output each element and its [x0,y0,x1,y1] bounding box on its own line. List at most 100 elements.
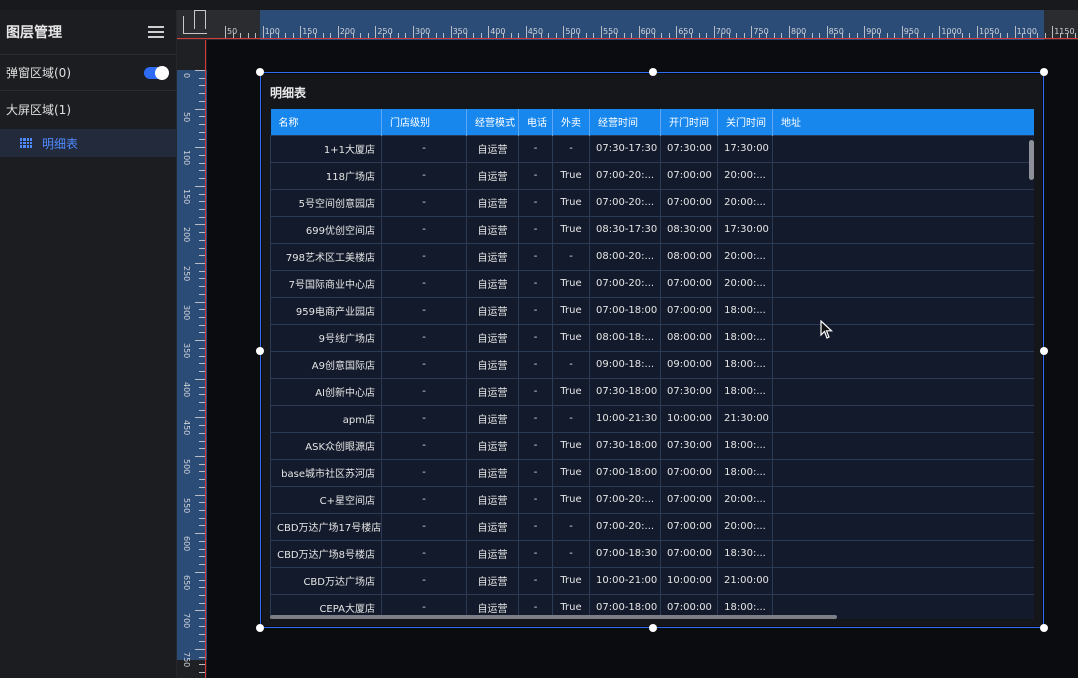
ruler-label: 250 [377,27,393,36]
ruler-tick [195,224,205,226]
ruler-tick [195,70,205,71]
screen-area-label: 大屏区域(1) [6,102,71,117]
ruler-tick [195,378,205,380]
popup-area-toggle[interactable] [144,65,169,80]
ruler-tick [713,26,715,38]
screen-area-row[interactable]: 大屏区域(1) [0,91,176,127]
ruler-label: 650 [182,574,191,591]
ruler-tick [195,494,205,496]
popup-area-row[interactable]: 弹窗区域(0) [0,55,176,91]
layer-item-label: 明细表 [42,136,79,151]
ruler-label: 900 [866,27,882,36]
resize-handle-top[interactable] [649,68,657,76]
ruler-label: 400 [182,381,191,398]
ruler-label: 600 [640,27,656,36]
ruler-tick [195,340,205,342]
ruler-label: 1150 [1054,27,1075,36]
resize-handle-top-right[interactable] [1040,68,1048,76]
ruler-tick [195,610,205,612]
ruler-label: 50 [227,27,238,36]
ruler-label: 700 [182,613,191,629]
ruler-tick [300,26,302,38]
ruler-label: 450 [527,27,544,36]
ruler-tick [525,26,527,38]
layer-item-detail-table[interactable]: 明细表 [0,129,176,157]
resize-handle-bottom-right[interactable] [1040,624,1048,632]
vertical-ruler[interactable]: 0 50 100 150 200 250 300 350 400 450 500 550 600 650 7… [177,40,207,678]
resize-handle-right[interactable] [1040,347,1048,355]
ruler-tick [1052,26,1054,38]
ruler-tick [638,26,640,38]
ruler-tick [826,26,828,38]
ruler-tick [450,26,452,38]
ruler-label: 350 [452,27,468,36]
ruler-label: 600 [182,536,191,552]
resize-handle-top-left[interactable] [256,68,264,76]
ruler-label: 150 [302,27,318,36]
ruler-tick [225,26,226,38]
selection-frame[interactable] [256,68,1048,632]
ruler-tick [939,26,941,38]
ruler-label: 450 [182,420,191,436]
ruler-label: 300 [415,27,431,36]
resize-handle-bottom-left[interactable] [256,624,264,632]
ruler-label: 0 [182,73,191,79]
ruler-tick [901,26,903,38]
horizontal-ruler[interactable]: 50 100 150 200 250 300 350 400 450 500 550 600 650 70… [177,10,1078,40]
ruler-label: 500 [182,459,191,475]
layer-panel: 图层管理 弹窗区域(0) 大屏区域(1) 明细表 [0,10,177,678]
ruler-label: 300 [182,304,191,320]
ruler-label: 400 [490,27,506,36]
top-strip [0,0,1078,10]
ruler-label: 850 [828,27,844,36]
ruler-tick [601,26,602,38]
ruler-label: 150 [182,188,191,205]
ruler-label: 750 [753,27,769,36]
ruler-tick [676,26,678,38]
menu-icon[interactable] [148,26,164,38]
ruler-tick [1014,26,1016,38]
ruler-tick [413,26,414,38]
ruler-tick [195,533,205,535]
resize-handle-left[interactable] [256,347,264,355]
ruler-tick [195,649,205,650]
ruler-tick [977,26,978,38]
ruler-tick [789,26,790,38]
ruler-corner-icon[interactable] [183,10,207,34]
ruler-label: 750 [182,652,191,668]
ruler-label: 1050 [979,27,1000,36]
ruler-guide-line [205,40,206,678]
ruler-label: 700 [715,27,732,36]
ruler-tick [195,456,205,457]
ruler-label: 800 [791,27,807,36]
ruler-label: 650 [678,27,694,36]
ruler-label: 250 [182,266,191,282]
ruler-label: 1000 [941,27,962,36]
resize-handle-bottom[interactable] [649,624,657,632]
ruler-tick [195,417,205,419]
ruler-tick [262,26,264,38]
ruler-tick [195,301,205,303]
layer-panel-title: 图层管理 [6,25,62,41]
ruler-label: 500 [565,27,581,36]
ruler-label: 950 [903,27,920,36]
ruler-label: 550 [182,497,191,513]
ruler-label: 100 [182,150,191,166]
ruler-label: 550 [603,27,619,36]
ruler-tick [195,263,205,264]
ruler-tick [751,26,753,38]
ruler-label: 100 [264,27,280,36]
ruler-tick [195,571,205,573]
ruler-tick [864,26,866,38]
editor-app: 图层管理 弹窗区域(0) 大屏区域(1) 明细表 50 100 150 200 250 3… [0,0,1078,678]
ruler-tick [337,26,339,38]
toggle-knob [155,65,169,80]
ruler-label: 50 [182,111,191,122]
ruler-label: 350 [182,343,191,359]
ruler-tick [563,26,565,38]
ruler-tick [488,26,490,38]
popup-area-label: 弹窗区域(0) [6,66,71,80]
ruler-label: 200 [339,27,356,36]
ruler-tick [195,147,205,149]
ruler-label: 200 [182,227,191,243]
